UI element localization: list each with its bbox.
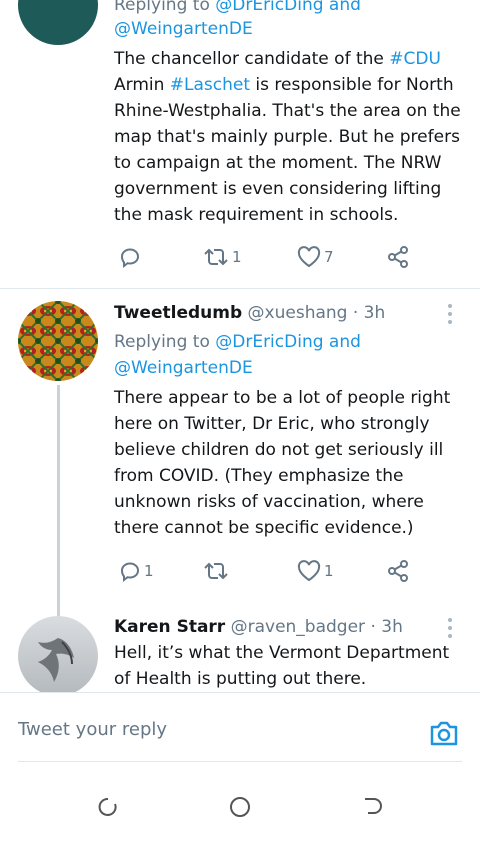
reply-to-handle-drericding[interactable]: @DrEricDing xyxy=(215,332,323,352)
like-count: 1 xyxy=(324,562,334,580)
reply-to-handle-weingartende[interactable]: @WeingartenDE xyxy=(114,19,253,39)
avatar-bird-image xyxy=(18,616,98,692)
reply-to-line-2: @WeingartenDE xyxy=(114,16,253,42)
reply-composer: Tweet your reply xyxy=(0,692,480,772)
like-button[interactable]: 7 xyxy=(296,243,334,271)
reply-input-underline xyxy=(18,761,462,762)
home-button[interactable] xyxy=(227,794,253,820)
tweet-header: Tweetledumb @xueshang · 3h xyxy=(114,301,385,325)
hashtag-link[interactable]: #CDU xyxy=(389,49,441,69)
more-options-icon[interactable] xyxy=(444,616,456,640)
recent-apps-icon xyxy=(98,797,117,816)
reply-to-label: Replying to xyxy=(114,332,210,352)
like-button[interactable]: 1 xyxy=(296,557,334,585)
reply-to-label: Replying to xyxy=(114,0,210,15)
display-name[interactable]: Tweetledumb xyxy=(114,303,242,323)
reply-to-and: and xyxy=(328,332,361,352)
avatar-pattern-image xyxy=(18,301,98,381)
heart-icon xyxy=(297,560,321,582)
hashtag-link[interactable]: #Laschet xyxy=(170,75,250,95)
tweet-text-segment: Armin xyxy=(114,75,170,95)
camera-icon[interactable] xyxy=(427,716,461,750)
share-icon xyxy=(388,560,408,582)
composer-top-border xyxy=(0,692,480,693)
reply-button[interactable]: 1 xyxy=(118,557,154,585)
retweet-button[interactable] xyxy=(202,557,232,585)
tweet-text-segment: is responsible for North Rhine-Westphali… xyxy=(114,75,461,225)
reply-to-line-2: @WeingartenDE xyxy=(114,355,253,381)
share-button[interactable] xyxy=(386,557,410,585)
tweet-text-segment: The chancellor candidate of the xyxy=(114,49,390,69)
timestamp: · 3h xyxy=(370,617,403,637)
tweet-1[interactable]: Replying to @DrEricDing and @WeingartenD… xyxy=(0,0,480,288)
avatar[interactable] xyxy=(18,301,98,381)
tweet-reply-input[interactable]: Tweet your reply xyxy=(18,719,167,740)
share-icon xyxy=(388,246,408,268)
user-handle[interactable]: @xueshang xyxy=(248,303,348,323)
system-navigation-bar xyxy=(0,772,480,842)
more-options-icon[interactable] xyxy=(444,302,456,326)
tweet-header: Karen Starr @raven_badger · 3h xyxy=(114,615,403,639)
avatar[interactable] xyxy=(18,0,98,45)
tweet-text: Hell, it’s what the Vermont Department o… xyxy=(114,643,450,689)
thread-line xyxy=(57,385,60,617)
back-button[interactable] xyxy=(360,794,386,820)
reply-to-line: Replying to @DrEricDing and xyxy=(114,329,361,355)
back-icon xyxy=(365,798,382,814)
tweet-2[interactable]: Tweetledumb @xueshang · 3h Replying to @… xyxy=(0,289,480,617)
timestamp: · 3h xyxy=(352,303,386,323)
reply-count: 1 xyxy=(144,562,154,580)
heart-icon xyxy=(297,246,321,268)
retweet-count: 1 xyxy=(232,248,242,266)
tweet-text: There appear to be a lot of people right… xyxy=(114,388,451,538)
user-handle[interactable]: @raven_badger xyxy=(231,617,365,637)
retweet-icon xyxy=(204,562,228,580)
reply-button[interactable] xyxy=(118,243,144,271)
retweet-icon xyxy=(204,248,228,266)
home-circle-icon xyxy=(230,797,250,817)
like-count: 7 xyxy=(324,248,334,266)
tweet-text: The chancellor candidate of the #CDU Arm… xyxy=(114,46,464,228)
avatar[interactable] xyxy=(18,616,98,692)
reply-to-handle-drericding[interactable]: @DrEricDing xyxy=(215,0,323,15)
reply-icon xyxy=(120,562,140,583)
reply-to-handle-weingartende[interactable]: @WeingartenDE xyxy=(114,358,253,378)
retweet-button[interactable]: 1 xyxy=(202,243,242,271)
display-name[interactable]: Karen Starr xyxy=(114,617,225,637)
reply-icon xyxy=(120,248,140,269)
tweet-3[interactable]: Karen Starr @raven_badger · 3h Hell, it’… xyxy=(0,613,480,692)
recent-apps-button[interactable] xyxy=(94,794,120,820)
reply-to-and: and xyxy=(328,0,361,15)
tweet-actions: 1 7 xyxy=(110,243,440,271)
share-button[interactable] xyxy=(386,243,410,271)
tweet-actions: 1 1 xyxy=(110,557,440,585)
